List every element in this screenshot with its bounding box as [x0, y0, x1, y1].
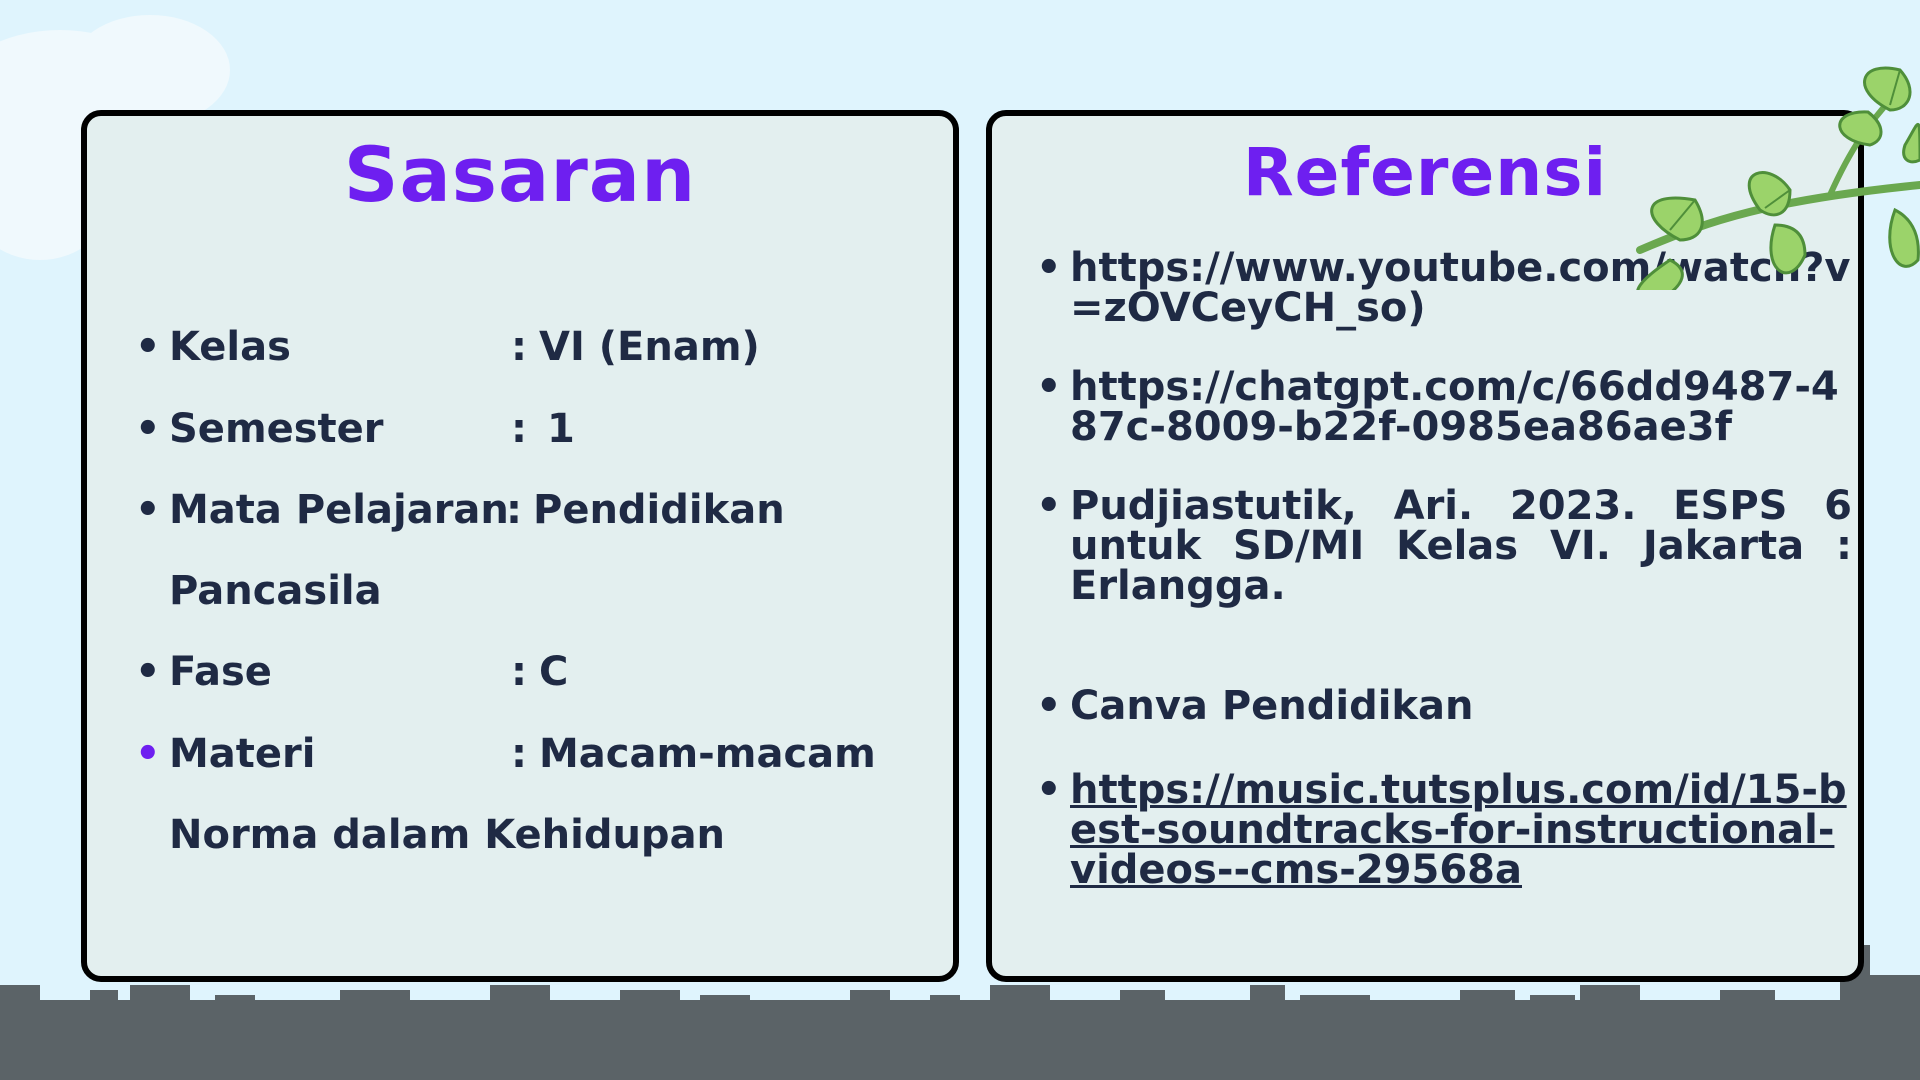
target-item-fase: • Fase : C: [135, 649, 569, 695]
target-item-materi-cont: Norma dalam Kehidupan: [169, 812, 726, 858]
target-card: Sasaran • Kelas : VI (Enam) • Semester :…: [81, 110, 959, 982]
target-item-mata-pelajaran: • Mata Pelajaran : Pendidikan: [135, 487, 785, 533]
target-list: • Kelas : VI (Enam) • Semester : 1 • Mat…: [87, 116, 953, 976]
target-item-semester: • Semester : 1: [135, 406, 575, 452]
target-item-materi: • Materi : Macam-macam: [135, 731, 876, 777]
target-item-mata-pelajaran-cont: Pancasila: [169, 568, 382, 614]
target-item-kelas: • Kelas : VI (Enam): [135, 324, 760, 370]
reference-text-chatgpt: https://chatgpt.com/c/66dd9487-487c-8009…: [1070, 364, 1839, 450]
reference-text-canva: Canva Pendidikan: [1070, 683, 1474, 729]
leaf-branch-icon: [1636, 66, 1920, 290]
reference-text-book: Pudjiastutik, Ari. 2023. ESPS 6 untuk SD…: [1070, 483, 1852, 609]
reference-link-music[interactable]: https://music.tutsplus.com/id/15-best-so…: [1070, 767, 1847, 893]
